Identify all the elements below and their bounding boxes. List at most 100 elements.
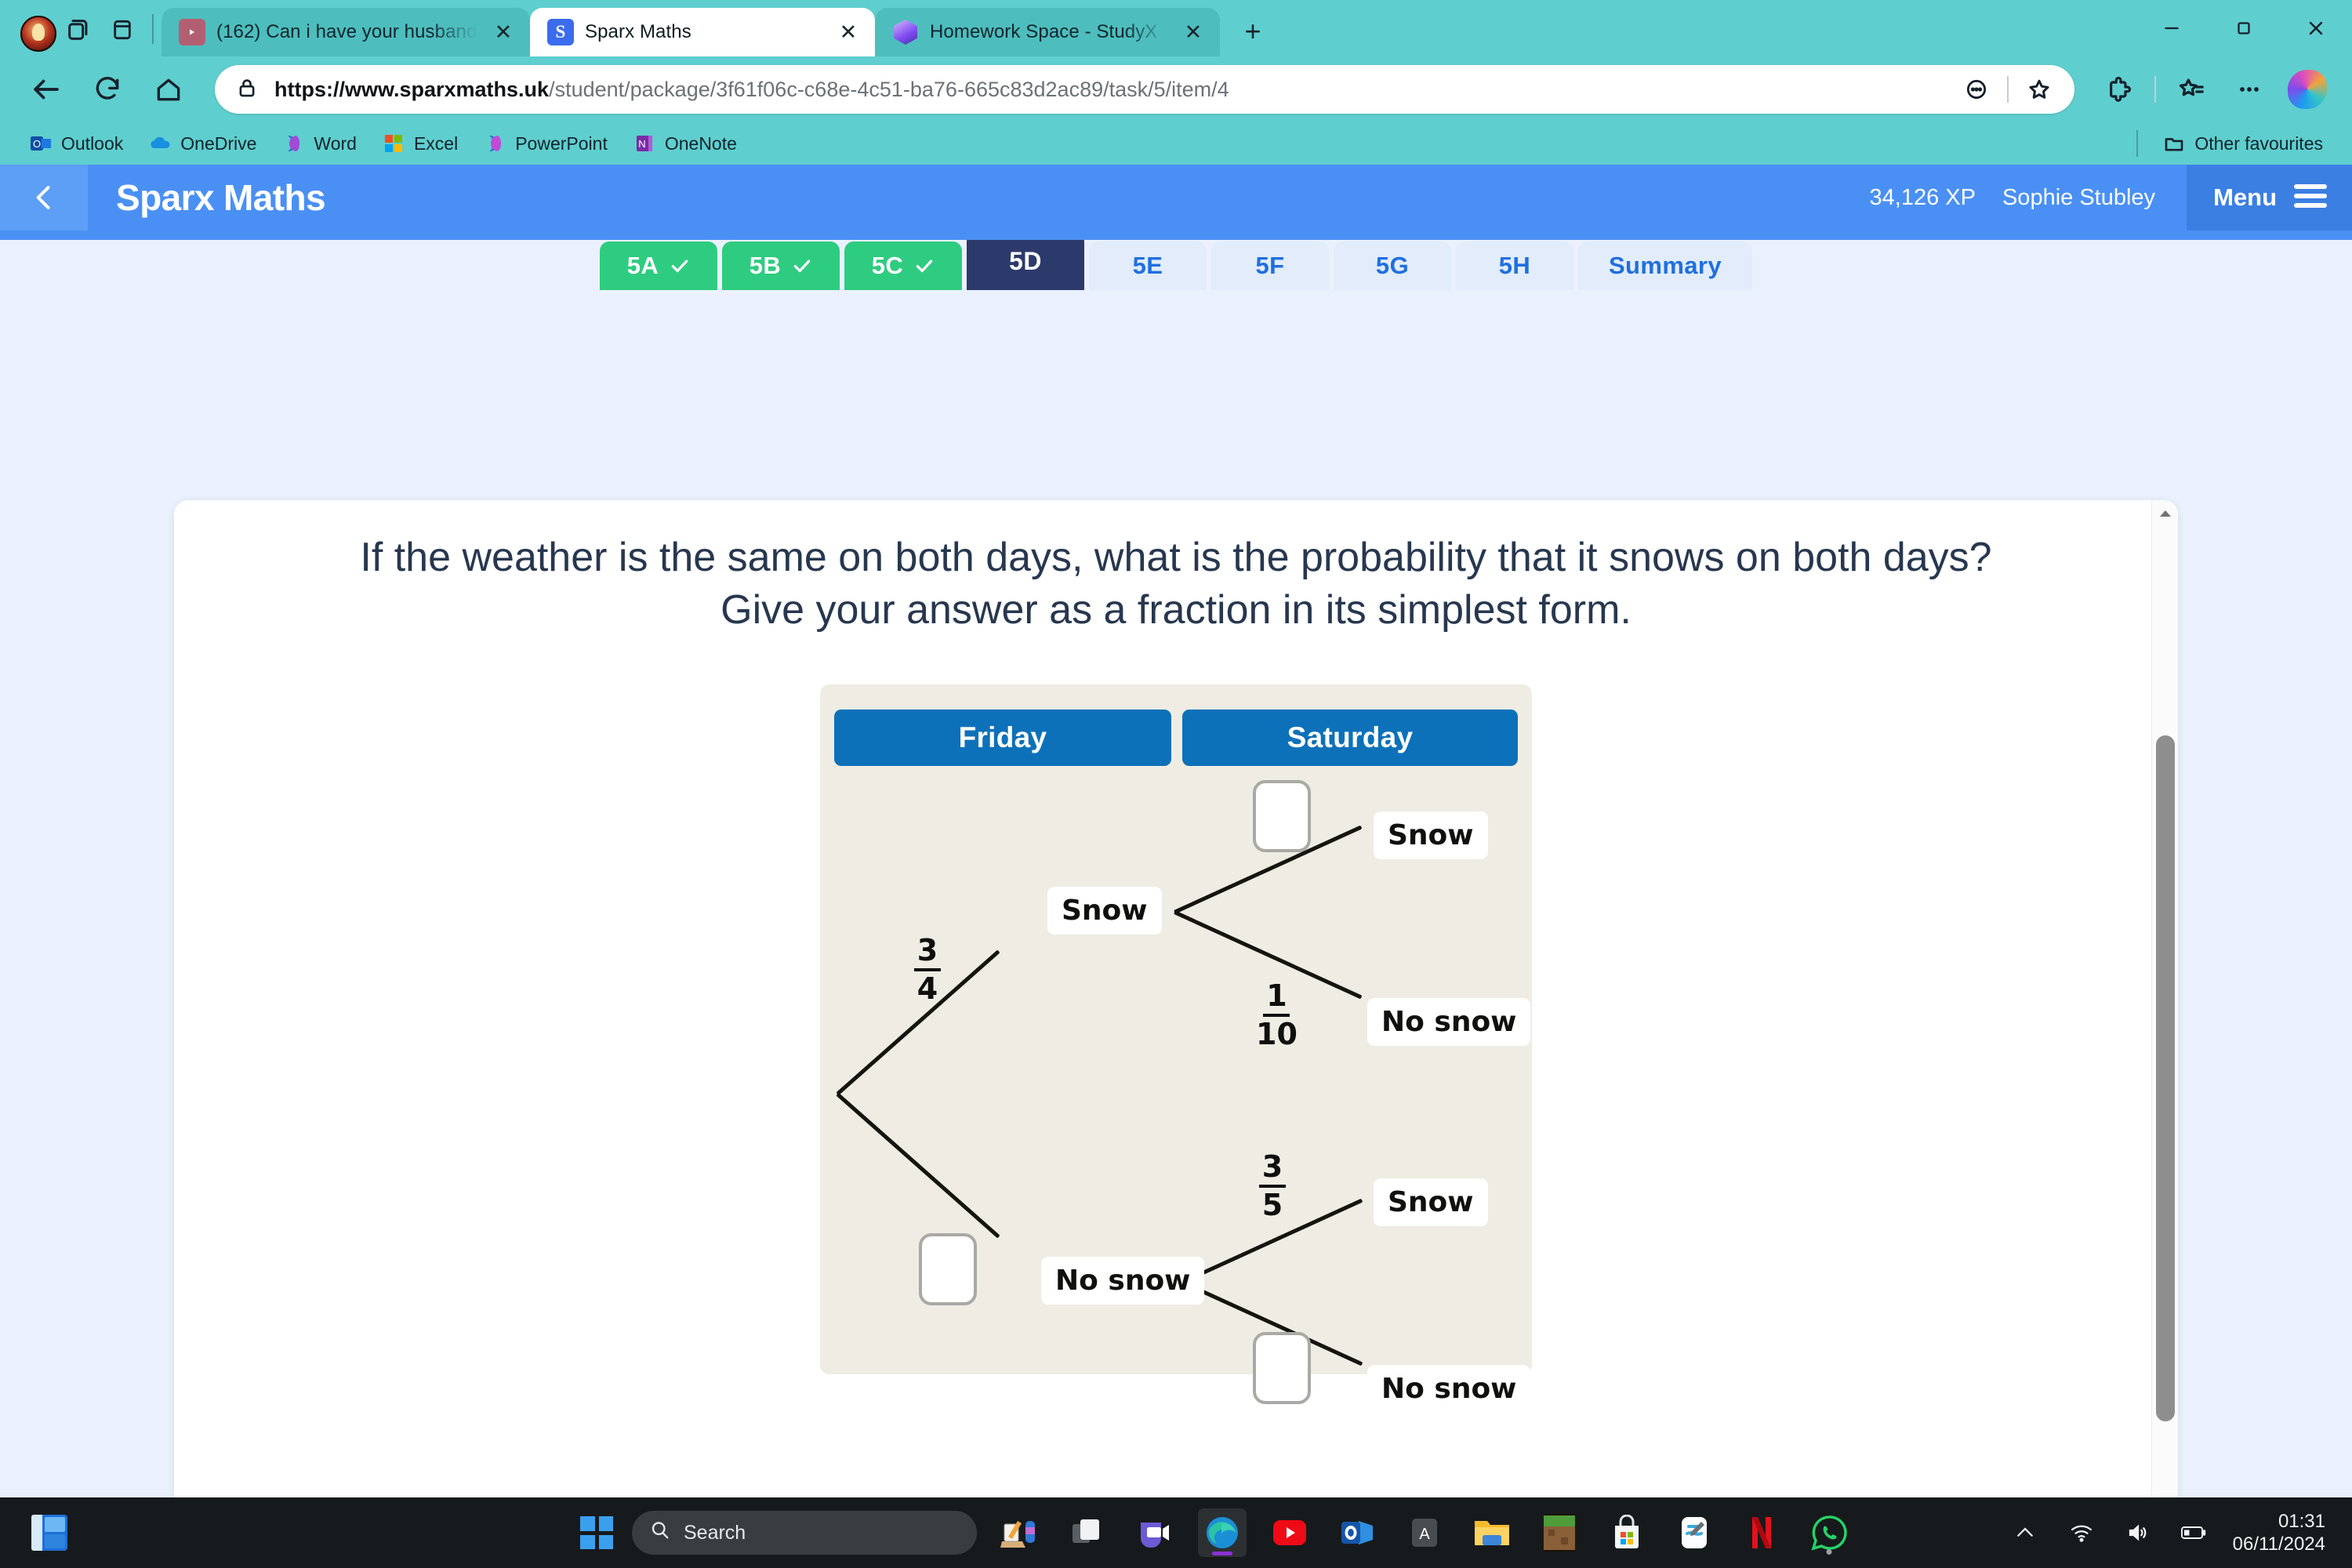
answer-box-saturday-snow-snow[interactable] (1253, 779, 1311, 852)
branch-probability-three-quarters: 3 4 (914, 935, 941, 1004)
back-arrow-icon[interactable] (17, 60, 75, 118)
refresh-icon[interactable] (78, 60, 136, 118)
windows-taskbar: Search A 01:31 06/11/2024 (0, 1497, 2352, 1568)
other-favourites-folder[interactable]: Other favourites (2152, 127, 2333, 160)
browser-tab-title: Homework Space - StudyX (930, 21, 1158, 42)
collections-icon[interactable] (2164, 62, 2219, 117)
question-tabs: 5A 5B 5C 5D 5E 5F 5G 5H Summary (0, 230, 2352, 290)
widgets-icon[interactable] (31, 1515, 67, 1551)
omnibox-divider (2007, 76, 2009, 103)
lock-icon (235, 76, 259, 103)
close-icon[interactable]: ✕ (833, 16, 864, 48)
browser-tab-studyx[interactable]: Homework Space - StudyX ✕ (875, 8, 1220, 56)
maximize-icon[interactable] (2208, 0, 2280, 56)
close-icon[interactable]: ✕ (1178, 16, 1209, 48)
question-tab-5c[interactable]: 5C (844, 241, 962, 290)
address-bar-url: https://www.sparxmaths.uk/student/packag… (274, 78, 1954, 102)
bookmark-word[interactable]: Word (271, 127, 367, 160)
taskbar-app-whatsapp-icon[interactable] (1805, 1508, 1853, 1557)
question-tab-5b[interactable]: 5B (722, 241, 840, 290)
battery-icon[interactable] (2176, 1515, 2212, 1551)
browser-tab-sparx-maths[interactable]: S Sparx Maths ✕ (530, 8, 875, 56)
running-indicator (1826, 1549, 1832, 1555)
new-tab-button[interactable]: + (1231, 9, 1275, 53)
question-scrollbar[interactable] (2151, 500, 2178, 1497)
answer-box-friday-no-snow[interactable] (919, 1232, 977, 1305)
question-text: If the weather is the same on both days,… (174, 500, 2178, 636)
bookmark-excel[interactable]: Excel (372, 127, 468, 160)
fraction-denominator: 5 (1261, 1187, 1283, 1222)
question-tab-label: Summary (1608, 252, 1722, 279)
tree-node-saturday-snow-snow: Snow (1374, 811, 1488, 859)
question-tab-summary[interactable]: Summary (1578, 241, 1752, 290)
question-tab-5f[interactable]: 5F (1211, 241, 1329, 290)
question-line-2: snows on both days? (1609, 535, 1992, 580)
browser-navbar: https://www.sparxmaths.uk/student/packag… (0, 56, 2352, 122)
taskbar-app-minecraft-icon[interactable] (1535, 1508, 1584, 1557)
question-tab-5e[interactable]: 5E (1089, 241, 1207, 290)
taskbar-clock[interactable]: 01:31 06/11/2024 (2233, 1510, 2325, 1556)
split-screen-icon[interactable] (1954, 67, 1999, 112)
svg-text:O: O (33, 138, 41, 150)
minimize-icon[interactable] (2136, 0, 2208, 56)
taskbar-center: Search A (580, 1508, 1984, 1557)
wifi-icon[interactable] (2063, 1515, 2100, 1551)
bookmark-powerpoint[interactable]: PowerPoint (473, 127, 618, 160)
tab-search-icon[interactable] (56, 8, 100, 52)
browser-settings-icon[interactable] (2222, 62, 2277, 117)
taskbar-app-microsoft-store-icon[interactable] (1602, 1508, 1651, 1557)
question-tab-label: 5A (626, 252, 659, 279)
taskbar-app-adobe-acrobat-icon[interactable]: A (1400, 1508, 1449, 1557)
bookmark-outlook[interactable]: O Outlook (19, 127, 133, 160)
browser-tab-title: Sparx Maths (585, 21, 691, 42)
close-icon[interactable]: ✕ (488, 16, 519, 48)
taskbar-app-pen-cup-icon[interactable] (996, 1508, 1044, 1557)
taskbar-app-outlook-icon[interactable] (1333, 1508, 1381, 1557)
bookmark-onenote[interactable]: N OneNote (622, 127, 747, 160)
menu-label: Menu (2213, 183, 2277, 211)
onedrive-icon (148, 132, 172, 155)
volume-icon[interactable] (2120, 1515, 2156, 1551)
bookmark-onedrive[interactable]: OneDrive (138, 127, 267, 160)
scrollbar-thumb[interactable] (2156, 735, 2175, 1421)
vertical-tabs-icon[interactable] (100, 8, 144, 52)
extensions-icon[interactable] (2092, 62, 2147, 117)
taskbar-system-tray: 01:31 06/11/2024 (1984, 1510, 2352, 1556)
question-tab-5a[interactable]: 5A (600, 241, 717, 290)
taskbar-app-file-explorer-icon[interactable] (1468, 1508, 1516, 1557)
taskbar-app-edge-icon[interactable] (1198, 1508, 1247, 1557)
favorite-star-icon[interactable] (2016, 67, 2062, 112)
show-hidden-icons-icon[interactable] (2007, 1515, 2043, 1551)
taskbar-app-task-view-icon[interactable] (1063, 1508, 1112, 1557)
hamburger-icon (2294, 183, 2327, 213)
question-tab-5g[interactable]: 5G (1334, 241, 1451, 290)
taskbar-app-onenote-icon[interactable] (1670, 1508, 1719, 1557)
copilot-icon[interactable] (2280, 62, 2335, 117)
question-tab-label: 5B (749, 252, 782, 279)
sparx-header: Sparx Maths 34,126 XP Sophie Stubley Men… (0, 165, 2352, 230)
question-tab-label: 5E (1132, 252, 1163, 279)
menu-button[interactable]: Menu (2187, 165, 2352, 230)
word-icon (281, 132, 305, 155)
close-window-icon[interactable] (2280, 0, 2352, 56)
answer-box-saturday-no-snow-no-snow[interactable] (1253, 1331, 1311, 1404)
browser-window: (162) Can i have your husband pa ✕ S Spa… (0, 0, 2352, 1497)
scroll-up-arrow-icon[interactable] (2152, 500, 2178, 527)
question-card: If the weather is the same on both days,… (174, 500, 2178, 1497)
start-button-icon[interactable] (580, 1516, 613, 1549)
question-tab-5d[interactable]: 5D (967, 232, 1084, 290)
question-tab-5h[interactable]: 5H (1456, 241, 1573, 290)
taskbar-search[interactable]: Search (632, 1511, 977, 1555)
home-icon[interactable] (140, 60, 198, 118)
back-button[interactable] (0, 165, 88, 230)
studyx-icon (892, 19, 919, 45)
profile-avatar[interactable] (20, 16, 56, 52)
fraction-numerator: 3 (1261, 1149, 1283, 1184)
address-bar[interactable]: https://www.sparxmaths.uk/student/packag… (215, 65, 2074, 114)
taskbar-left (0, 1515, 580, 1551)
taskbar-app-netflix-icon[interactable] (1737, 1508, 1786, 1557)
taskbar-app-youtube-icon[interactable] (1265, 1508, 1314, 1557)
browser-tab-youtube[interactable]: (162) Can i have your husband pa ✕ (162, 8, 530, 56)
probability-tree-diagram: Friday Saturday Snow No snow Snow No sno… (820, 684, 1532, 1413)
taskbar-app-teams-icon[interactable] (1131, 1508, 1179, 1557)
